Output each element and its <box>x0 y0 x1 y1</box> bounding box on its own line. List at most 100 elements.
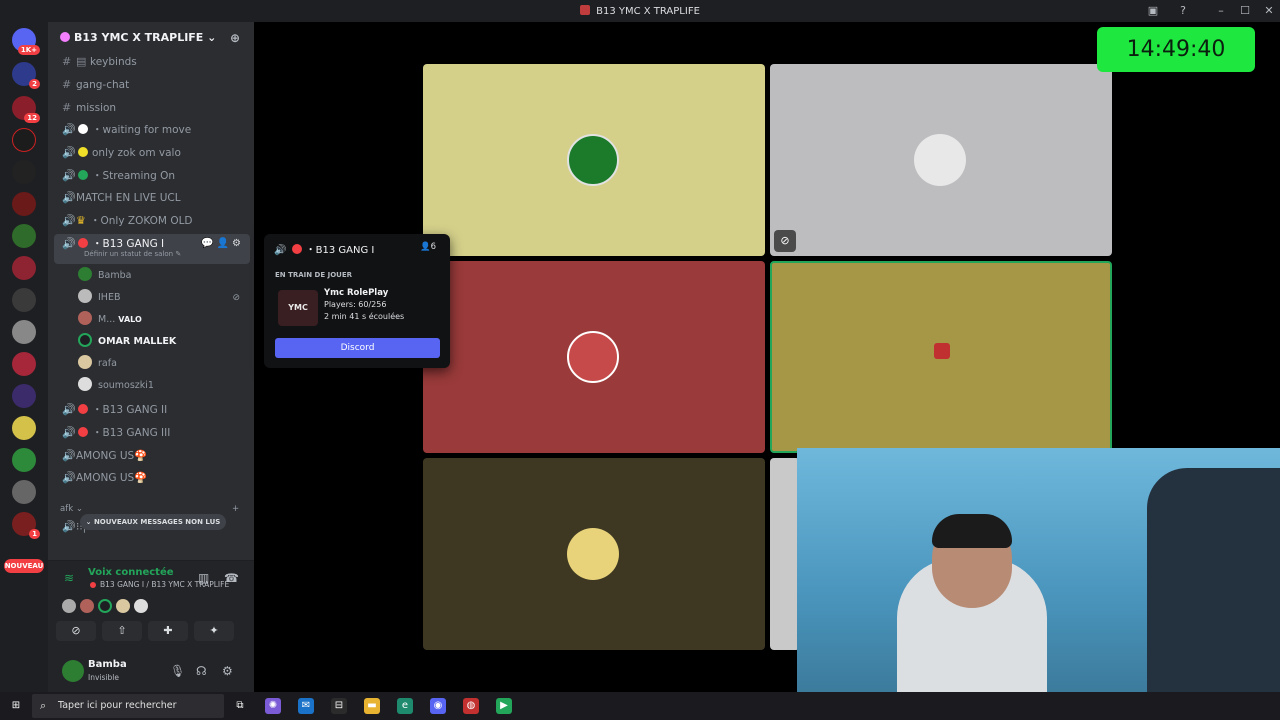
file-explorer-icon[interactable]: ▬ <box>364 698 380 714</box>
taskbar-search[interactable]: ⌕ Taper ici pour rechercher <box>32 694 224 718</box>
voice-channel-match[interactable]: 🔊MATCH EN LIVE UCL <box>54 188 250 208</box>
server-icon[interactable] <box>12 480 36 504</box>
server-icon[interactable] <box>12 288 36 312</box>
edge-icon[interactable]: e <box>397 698 413 714</box>
avatar <box>914 134 966 186</box>
video-tile[interactable] <box>423 64 765 256</box>
title-bar: B13 YMC X TRAPLIFE ▣ ? – ☐ ✕ <box>0 0 1280 22</box>
channel-status-hint[interactable]: Définir un statut de salon ✎ <box>84 248 181 260</box>
home-server-icon[interactable]: 1K+ <box>12 28 40 55</box>
server-icon[interactable]: 1 <box>12 512 40 539</box>
camera-off-button[interactable]: ⊘ <box>56 621 96 641</box>
server-icon[interactable] <box>12 352 36 376</box>
speaker-icon: 🔊 <box>62 520 76 533</box>
username[interactable]: Bamba <box>88 659 127 670</box>
settings-gear-icon[interactable]: ⚙ <box>222 664 233 678</box>
microphone-icon[interactable]: 🎙 <box>170 664 185 678</box>
activities-button[interactable]: ✚ <box>148 621 188 641</box>
voice-member[interactable]: IHEB ⊘ <box>78 288 248 308</box>
channel-keybinds[interactable]: # ▤ keybinds <box>54 52 250 72</box>
voice-channel-valo[interactable]: 🔊 only zok om valo <box>54 143 250 163</box>
speaker-icon: 🔊 <box>62 123 76 136</box>
voice-channel-zokom[interactable]: 🔊♛ ・Only ZOKOM OLD <box>54 211 250 231</box>
server-icon[interactable] <box>12 160 36 184</box>
voice-member[interactable]: soumoszki1 <box>78 376 248 396</box>
invite-icon[interactable]: ⊕ <box>230 31 240 45</box>
game-elapsed: 2 min 41 s écoulées <box>324 312 405 321</box>
voice-member[interactable]: M... VALO <box>78 310 248 330</box>
green-dot-icon <box>78 170 88 180</box>
category-afk[interactable]: afk ⌄ <box>60 504 83 514</box>
taskbar: ⊞ ⌕ Taper ici pour rechercher ⧉ ✺ ✉ ⊟ ▬ e… <box>0 692 1280 720</box>
server-icon[interactable]: 12 <box>12 96 40 123</box>
voice-channel-gang1[interactable]: 🔊 ・B13 GANG I 💬👤⚙ Définir un statut de sa… <box>54 234 250 264</box>
maximize-button[interactable]: ☐ <box>1237 3 1253 19</box>
copilot-icon[interactable]: ✺ <box>265 698 281 714</box>
server-icon[interactable] <box>12 384 36 408</box>
game-logo: YMC ROLEPLAY <box>278 290 324 348</box>
video-tile-speaking[interactable] <box>770 261 1112 453</box>
server-icon[interactable] <box>12 128 36 152</box>
signal-icon[interactable]: ≋ <box>64 571 74 585</box>
video-tile[interactable] <box>770 458 800 650</box>
voice-member[interactable]: OMAR MALLEK <box>78 332 248 352</box>
discord-button[interactable]: Discord <box>275 338 440 358</box>
voice-connection-panel: ≋ Voix connectée B13 GANG I / B13 YMC X … <box>48 560 254 652</box>
voice-member[interactable]: Bamba <box>78 266 248 286</box>
soundboard-button[interactable]: ✦ <box>194 621 234 641</box>
channel-gang-chat[interactable]: # gang-chat <box>54 75 250 95</box>
window-title: B13 YMC X TRAPLIFE <box>0 5 1280 17</box>
voice-channel-among2[interactable]: 🔊AMONG US🍄 <box>54 468 250 488</box>
inbox-icon[interactable]: ▣ <box>1145 3 1161 19</box>
server-icon[interactable] <box>12 448 36 472</box>
avatar[interactable] <box>134 599 148 613</box>
speaker-icon: 🔊 <box>62 237 76 250</box>
screen-share-button[interactable]: ⇧ <box>102 621 142 641</box>
video-tile[interactable] <box>423 261 765 453</box>
channel-actions[interactable]: 💬👤⚙ <box>201 234 244 254</box>
voice-channel-streaming[interactable]: 🔊 ・Streaming On <box>54 166 250 186</box>
server-icon[interactable] <box>12 224 36 248</box>
streaming-app-icon[interactable]: ▶ <box>496 698 512 714</box>
headset-icon[interactable]: ☊ <box>196 664 207 678</box>
windows-start-icon[interactable]: ⊞ <box>8 698 24 714</box>
avatar[interactable] <box>62 660 84 682</box>
add-channel-icon[interactable]: + <box>232 504 239 514</box>
disconnect-icon[interactable]: ☎ <box>224 571 239 585</box>
video-tile[interactable]: ⊘ <box>770 64 1112 256</box>
video-tile[interactable] <box>423 458 765 650</box>
minimize-button[interactable]: – <box>1213 3 1229 19</box>
server-icon[interactable] <box>12 192 36 216</box>
new-unread-badge[interactable]: NOUVEAU <box>4 559 44 573</box>
obs-icon[interactable]: ◍ <box>463 698 479 714</box>
voice-status[interactable]: Voix connectée <box>88 567 174 578</box>
speaker-icon: 🔊 <box>62 426 76 439</box>
speaker-icon: 🔊 <box>62 471 76 484</box>
store-icon[interactable]: ⊟ <box>331 698 347 714</box>
avatar[interactable] <box>116 599 130 613</box>
server-icon[interactable]: 2 <box>12 62 40 89</box>
voice-channel-gang2[interactable]: 🔊 ・B13 GANG II <box>54 400 250 420</box>
discord-icon[interactable]: ◉ <box>430 698 446 714</box>
avatar[interactable] <box>62 599 76 613</box>
unread-messages-pill[interactable]: ⌄ NOUVEAUX MESSAGES NON LUS <box>80 514 226 530</box>
avatar[interactable] <box>80 599 94 613</box>
server-icon[interactable] <box>12 256 36 280</box>
channel-mission[interactable]: # mission <box>54 98 250 118</box>
task-view-icon[interactable]: ⧉ <box>232 698 248 714</box>
server-boost-icon <box>60 32 70 42</box>
voice-channel-gang3[interactable]: 🔊 ・B13 GANG III <box>54 423 250 443</box>
avatar <box>567 134 619 186</box>
close-button[interactable]: ✕ <box>1261 3 1277 19</box>
server-header[interactable]: B13 YMC X TRAPLIFE ⌄ ⊕ <box>48 22 254 54</box>
help-icon[interactable]: ? <box>1175 3 1191 19</box>
server-icon[interactable] <box>12 320 36 344</box>
avatar <box>567 528 619 580</box>
noise-suppression-icon[interactable]: ▥ <box>198 571 209 585</box>
voice-channel-among1[interactable]: 🔊AMONG US🍄 <box>54 446 250 466</box>
server-icon[interactable] <box>12 416 36 440</box>
outlook-icon[interactable]: ✉ <box>298 698 314 714</box>
voice-channel-waiting[interactable]: 🔊 ・waiting for move <box>54 120 250 140</box>
avatar[interactable] <box>98 599 112 613</box>
voice-member[interactable]: rafa <box>78 354 248 374</box>
